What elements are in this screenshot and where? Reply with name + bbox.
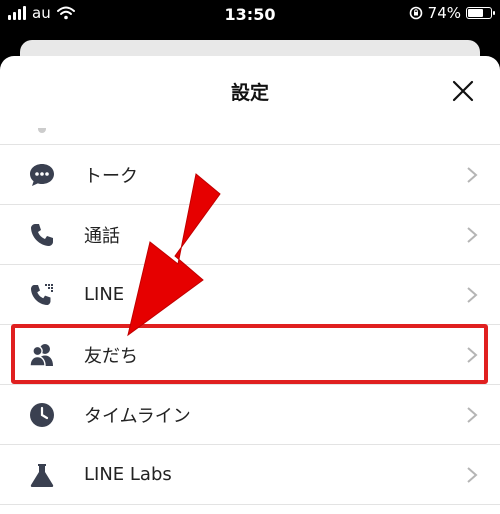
sheet-header: 設定 <box>0 56 500 128</box>
chevron-right-icon <box>467 226 478 243</box>
phone-icon <box>28 221 56 249</box>
battery-icon <box>466 7 495 19</box>
page-title: 設定 <box>230 82 269 104</box>
settings-item-label: LINE Labs <box>84 464 172 485</box>
line-out-phone-icon <box>28 281 56 309</box>
settings-item-label: タイムライン <box>84 405 191 427</box>
flask-icon <box>28 461 56 489</box>
chat-bubble-icon <box>28 161 56 189</box>
chevron-right-icon <box>467 466 478 483</box>
status-bar: au 13:50 74% <box>0 0 500 30</box>
settings-item-label: LINE <box>84 284 125 305</box>
settings-item-timeline[interactable]: タイムライン <box>0 385 500 445</box>
settings-item-line-labs[interactable]: LINE Labs <box>0 445 500 505</box>
orientation-lock-icon <box>409 6 422 20</box>
list-item-partial <box>0 128 500 145</box>
settings-item-line-out[interactable]: LINE <box>0 265 500 325</box>
chevron-right-icon <box>467 286 478 303</box>
settings-item-friends[interactable]: 友だち <box>0 325 500 385</box>
battery-percent: 74% <box>427 4 461 22</box>
chevron-right-icon <box>467 406 478 423</box>
settings-item-label: 通話 <box>84 225 120 247</box>
settings-item-calls[interactable]: 通話 <box>0 205 500 265</box>
settings-item-label: トーク <box>84 165 138 187</box>
friends-icon <box>28 341 56 369</box>
chevron-right-icon <box>467 166 478 183</box>
settings-sheet: 設定 トーク 通話 LINE 友だち タイムライン LINE Labs <box>0 56 500 514</box>
close-icon[interactable] <box>452 80 474 102</box>
settings-item-talk[interactable]: トーク <box>0 145 500 205</box>
clock-icon <box>28 401 56 429</box>
settings-list: トーク 通話 LINE 友だち タイムライン LINE Labs <box>0 145 500 505</box>
battery-fill <box>468 9 483 17</box>
chevron-right-icon <box>467 346 478 363</box>
settings-item-label: 友だち <box>84 345 138 367</box>
status-right: 74% <box>409 4 495 22</box>
